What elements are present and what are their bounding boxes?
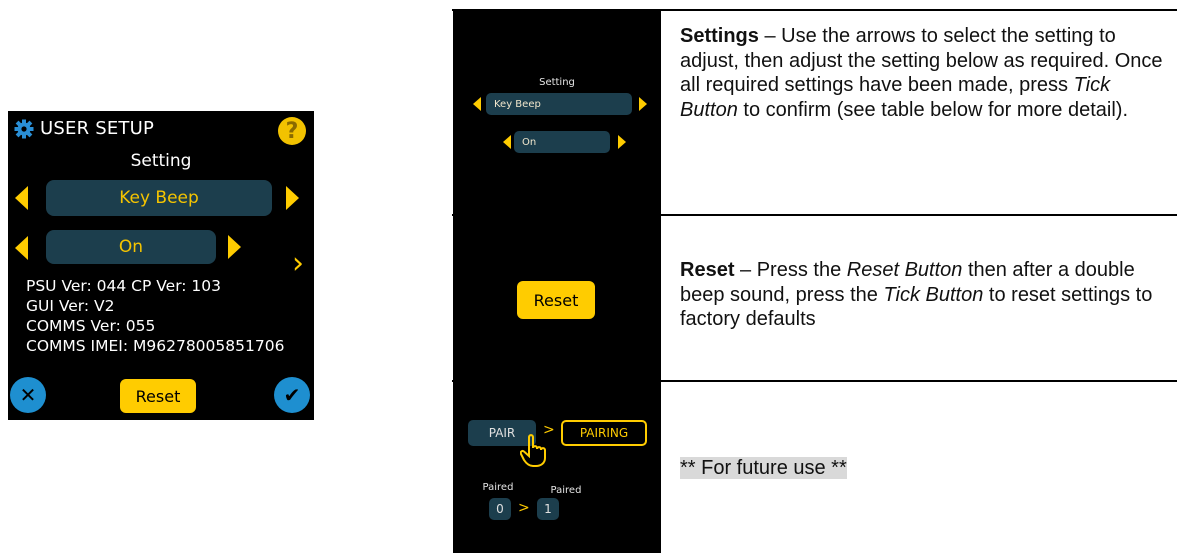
help-button[interactable]: ? (278, 117, 306, 145)
chevron-right-icon[interactable]: › (292, 249, 304, 279)
arrow-right-icon[interactable] (228, 235, 241, 259)
reset-description: Reset – Press the Reset Button then afte… (680, 258, 1170, 332)
setting-selector: Key Beep (46, 180, 272, 216)
mini-reset-button: Reset (517, 281, 595, 319)
pair-label: PAIR (488, 426, 516, 440)
screen-header: USER SETUP (14, 118, 154, 139)
paired-value: 0 (496, 502, 504, 516)
comms-imei: COMMS IMEI: M96278005851706 (26, 337, 285, 355)
settings-description: Settings – Use the arrows to select the … (680, 24, 1170, 122)
option-value: On (118, 237, 144, 257)
option-selector: On (46, 230, 216, 264)
settings-mini-screen: Setting Key Beep On (453, 11, 661, 214)
paired-label: Paired (550, 485, 582, 496)
mini-option-value: On (522, 136, 537, 148)
reset-mini-screen: Reset (453, 216, 661, 380)
mini-setting-value: Key Beep (494, 98, 541, 110)
pairing-mini-screen: PAIR > PAIRING Paired Paired 0 > 1 (453, 382, 661, 553)
mini-setting-pill: Key Beep (486, 93, 632, 115)
screen-title: USER SETUP (40, 118, 155, 139)
arrow-left-icon[interactable] (15, 186, 28, 210)
arrow-right-icon[interactable] (286, 186, 299, 210)
comms-version: COMMS Ver: 055 (26, 317, 156, 335)
reset-button[interactable]: Reset (120, 379, 196, 413)
pairing-description: ** For future use ** (680, 456, 1170, 481)
paired-value: 1 (544, 502, 552, 516)
arrow-right-icon (618, 135, 626, 149)
arrow-right-icon (639, 97, 647, 111)
reset-title: Reset (680, 259, 735, 281)
psu-cp-version: PSU Ver: 044 CP Ver: 103 (26, 277, 222, 295)
paired-label: Paired (482, 482, 514, 493)
paired-count-before: 0 (489, 498, 511, 520)
mini-option-pill: On (514, 131, 610, 153)
reset-emphasis: Tick Button (883, 283, 984, 306)
hand-pointer-icon (520, 434, 546, 467)
arrow-left-icon (473, 97, 481, 111)
tick-icon: ✔ (283, 383, 301, 407)
reset-label: Reset (135, 386, 181, 406)
future-use-note: ** For future use ** (680, 457, 847, 479)
arrow-left-icon[interactable] (15, 236, 28, 260)
device-screen: USER SETUP ? Setting Key Beep On › PSU V… (8, 111, 314, 420)
confirm-button[interactable]: ✔ (274, 377, 310, 413)
reset-emphasis: Reset Button (846, 259, 963, 281)
cancel-button[interactable]: ✕ (10, 377, 46, 413)
setting-label: Setting (130, 151, 192, 171)
setting-value: Key Beep (119, 188, 199, 208)
arrow-left-icon (503, 135, 511, 149)
chevron-right-icon: > (518, 500, 530, 516)
cancel-icon: ✕ (19, 383, 37, 407)
reset-text: – Press the (734, 259, 847, 281)
gui-version: GUI Ver: V2 (26, 297, 115, 315)
pairing-indicator: PAIRING (561, 420, 647, 446)
gear-icon (14, 119, 34, 138)
mini-setting-label: Setting (539, 77, 575, 88)
help-icon: ? (285, 118, 299, 144)
pairing-label: PAIRING (579, 426, 629, 440)
settings-text: to confirm (see table below for more det… (737, 98, 1128, 121)
settings-title: Settings (680, 25, 759, 47)
paired-count-after: 1 (537, 498, 559, 520)
mini-reset-label: Reset (533, 290, 579, 310)
